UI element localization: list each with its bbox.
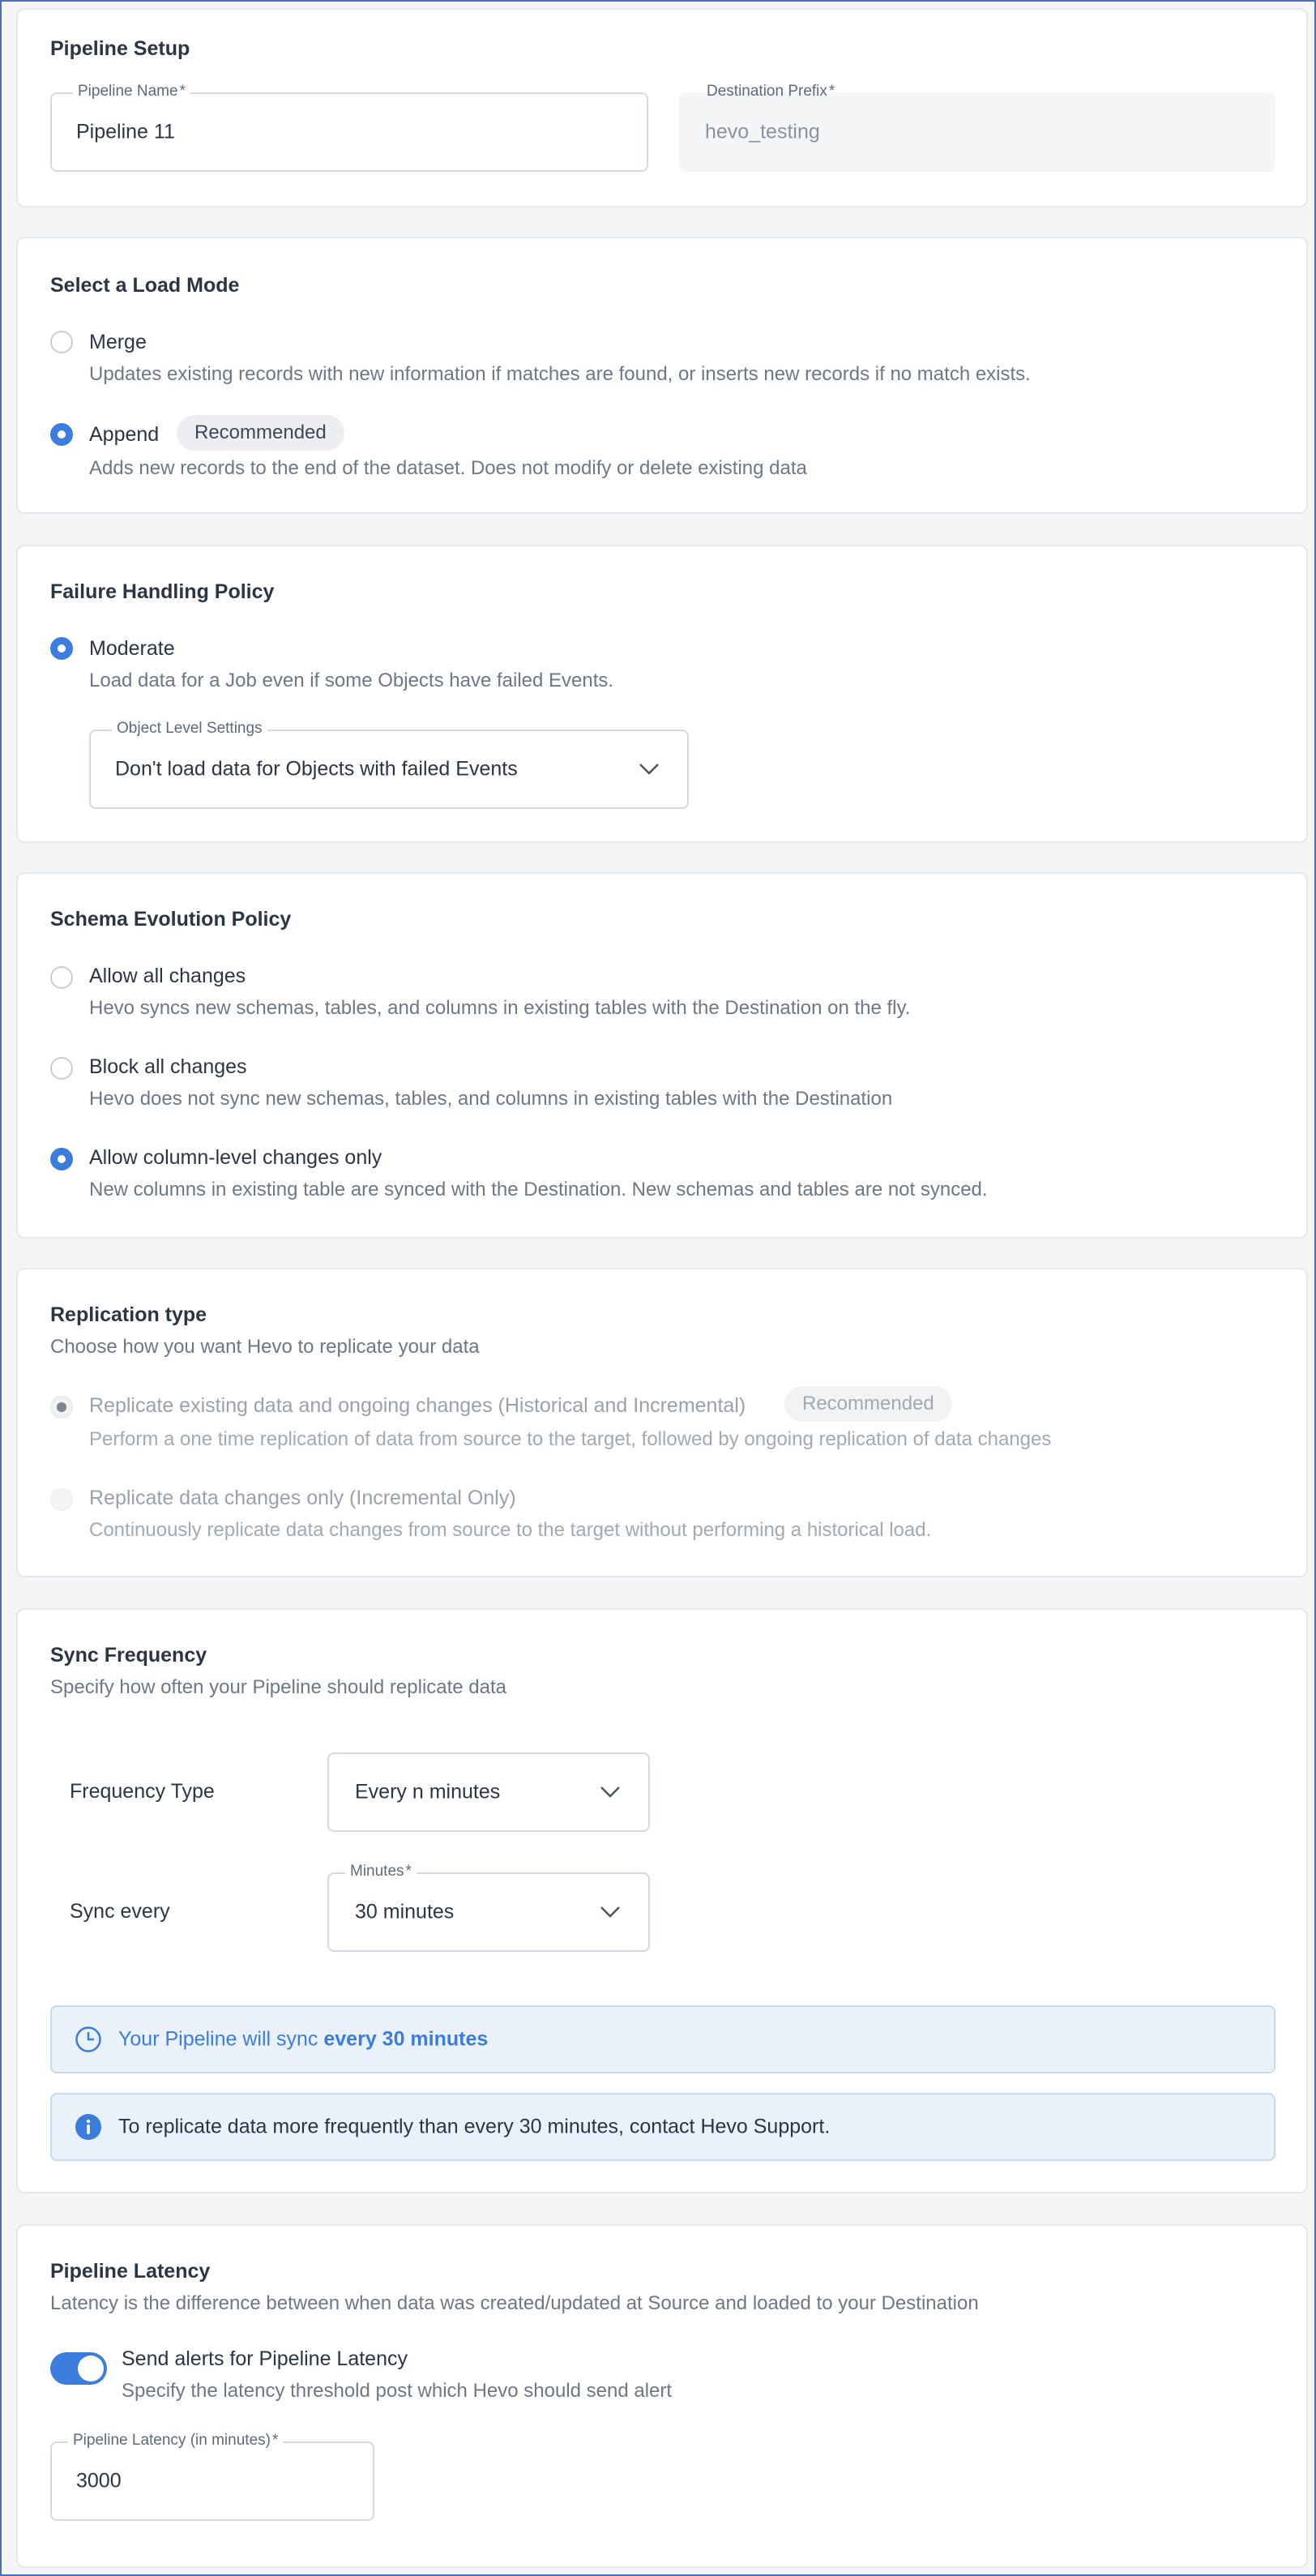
column-level-radio[interactable] xyxy=(50,1148,73,1170)
incremental-only-label: Replicate data changes only (Incremental… xyxy=(89,1487,516,1509)
allow-all-desc: Hevo syncs new schemas, tables, and colu… xyxy=(89,997,911,1019)
pipeline-name-field[interactable]: Pipeline Name * Pipeline 11 xyxy=(50,83,648,172)
pipeline-latency-subtitle: Latency is the difference between when d… xyxy=(50,2292,979,2314)
historical-incremental-radio xyxy=(50,1396,73,1419)
object-level-settings-label: Object Level Settings xyxy=(112,720,267,738)
allow-all-radio[interactable] xyxy=(50,966,73,989)
clock-icon xyxy=(75,2026,101,2052)
toggle-knob xyxy=(78,2356,104,2381)
replication-card: Replication type Choose how you want Hev… xyxy=(16,1268,1308,1577)
incremental-only-radio xyxy=(50,1488,73,1511)
pipeline-name-value[interactable]: Pipeline 11 xyxy=(76,121,175,144)
replication-title: Replication type xyxy=(50,1303,207,1326)
sync-notice: Your Pipeline will sync every 30 minutes xyxy=(50,2005,1275,2073)
moderate-radio[interactable] xyxy=(50,637,73,660)
allow-all-label[interactable]: Allow all changes xyxy=(89,965,246,988)
block-all-radio[interactable] xyxy=(50,1057,73,1080)
merge-label[interactable]: Merge xyxy=(89,331,147,354)
recommended-badge: Recommended xyxy=(177,415,344,451)
sync-frequency-card: Sync Frequency Specify how often your Pi… xyxy=(16,1608,1308,2193)
load-mode-card: Select a Load Mode Merge Updates existin… xyxy=(16,237,1308,514)
minutes-label: Minutes * xyxy=(345,1863,417,1881)
frequency-type-select[interactable]: Every n minutes xyxy=(327,1752,650,1832)
failure-policy-card: Failure Handling Policy Moderate Load da… xyxy=(16,545,1308,843)
latency-input-value[interactable]: 3000 xyxy=(76,2470,122,2493)
append-radio[interactable] xyxy=(50,423,73,446)
moderate-desc: Load data for a Job even if some Objects… xyxy=(89,670,614,691)
minutes-value[interactable]: 30 minutes xyxy=(355,1901,454,1924)
latency-alert-desc: Specify the latency threshold post which… xyxy=(122,2380,673,2402)
destination-prefix-value: hevo_testing xyxy=(705,120,820,143)
sync-frequency-subtitle: Specify how often your Pipeline should r… xyxy=(50,1676,507,1698)
incremental-only-desc: Continuously replicate data changes from… xyxy=(89,1519,932,1541)
append-label[interactable]: Append xyxy=(89,423,159,447)
pipeline-name-label: Pipeline Name * xyxy=(73,83,190,101)
historical-incremental-label: Replicate existing data and ongoing chan… xyxy=(89,1394,746,1417)
load-mode-title: Select a Load Mode xyxy=(50,274,240,297)
merge-radio[interactable] xyxy=(50,331,73,353)
info-icon xyxy=(75,2114,101,2140)
chevron-down-icon[interactable] xyxy=(600,1906,621,1919)
destination-prefix-field: Destination Prefix * hevo_testing xyxy=(679,83,1275,172)
sync-notice-text: Your Pipeline will sync every 30 minutes xyxy=(118,2027,489,2051)
schema-policy-card: Schema Evolution Policy Allow all change… xyxy=(16,872,1308,1239)
recommended-badge-replication: Recommended xyxy=(784,1386,952,1422)
latency-input[interactable]: Pipeline Latency (in minutes) * 3000 xyxy=(50,2432,374,2521)
column-level-label[interactable]: Allow column-level changes only xyxy=(89,1146,382,1170)
destination-prefix-label: Destination Prefix * xyxy=(707,83,835,100)
pipeline-setup-title: Pipeline Setup xyxy=(50,37,190,60)
schema-policy-title: Schema Evolution Policy xyxy=(50,908,292,931)
moderate-label[interactable]: Moderate xyxy=(89,637,175,661)
pipeline-setup-card: Pipeline Setup Pipeline Name * Pipeline 1… xyxy=(16,8,1308,208)
object-level-settings-value[interactable]: Don't load data for Objects with failed … xyxy=(115,758,518,781)
latency-alert-toggle[interactable] xyxy=(50,2352,107,2385)
block-all-label[interactable]: Block all changes xyxy=(89,1055,247,1079)
latency-input-label: Pipeline Latency (in minutes) * xyxy=(68,2432,284,2450)
merge-desc: Updates existing records with new inform… xyxy=(89,363,1031,385)
minutes-select[interactable]: Minutes * 30 minutes xyxy=(327,1863,650,1952)
replication-subtitle: Choose how you want Hevo to replicate yo… xyxy=(50,1336,480,1358)
info-notice-text: To replicate data more frequently than e… xyxy=(118,2115,831,2138)
sync-frequency-title: Sync Frequency xyxy=(50,1644,207,1667)
frequency-type-label: Frequency Type xyxy=(70,1780,215,1803)
info-notice: To replicate data more frequently than e… xyxy=(50,2093,1275,2161)
sync-notice-bold: every 30 minutes xyxy=(323,2027,489,2051)
object-level-settings-select[interactable]: Object Level Settings Don't load data fo… xyxy=(89,720,689,809)
failure-policy-title: Failure Handling Policy xyxy=(50,580,275,603)
sync-every-label: Sync every xyxy=(70,1900,170,1923)
pipeline-latency-card: Pipeline Latency Latency is the differen… xyxy=(16,2224,1308,2568)
historical-incremental-desc: Perform a one time replication of data f… xyxy=(89,1428,1052,1450)
block-all-desc: Hevo does not sync new schemas, tables, … xyxy=(89,1088,893,1110)
column-level-desc: New columns in existing table are synced… xyxy=(89,1179,988,1200)
latency-alert-label[interactable]: Send alerts for Pipeline Latency xyxy=(122,2347,408,2371)
chevron-down-icon[interactable] xyxy=(600,1786,621,1799)
chevron-down-icon[interactable] xyxy=(639,763,660,776)
frequency-type-value[interactable]: Every n minutes xyxy=(355,1781,500,1804)
pipeline-latency-title: Pipeline Latency xyxy=(50,2260,211,2283)
append-desc: Adds new records to the end of the datas… xyxy=(89,457,807,479)
